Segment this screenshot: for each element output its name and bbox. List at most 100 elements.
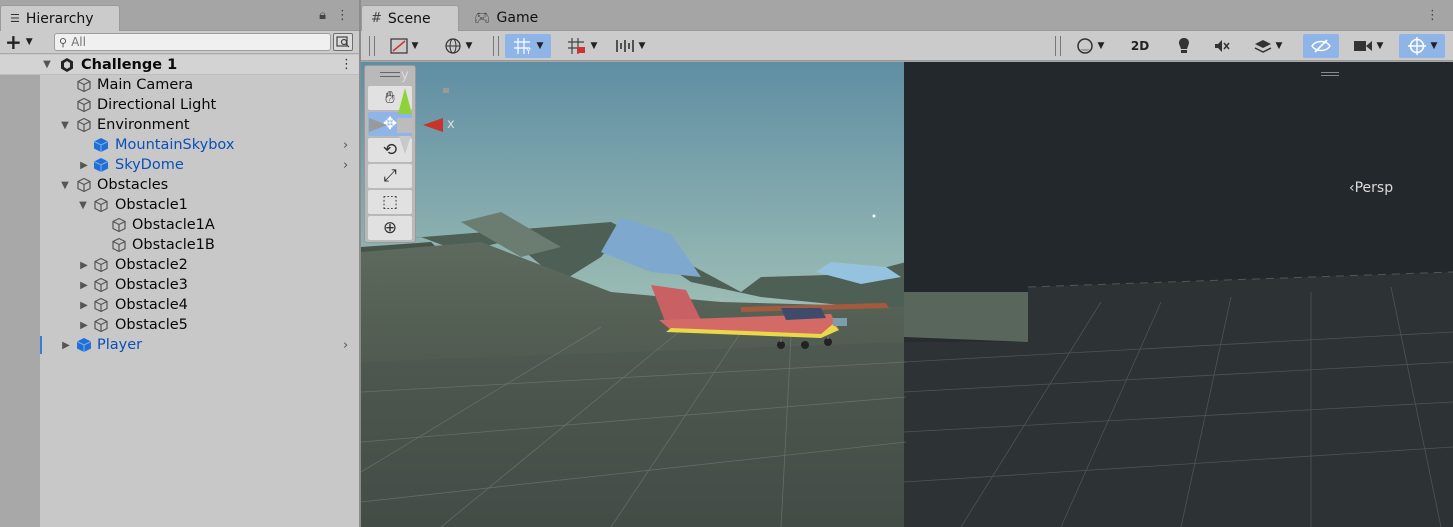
scene-row[interactable]: ▼ Challenge 1 ⋮ bbox=[0, 55, 359, 75]
lock-icon[interactable]: 🔒︎ bbox=[319, 8, 326, 23]
hierarchy-tab-label: Hierarchy bbox=[25, 10, 94, 27]
hierarchy-item-obstacle1a[interactable]: Obstacle1A bbox=[0, 215, 359, 235]
audio-muted-icon bbox=[1215, 40, 1230, 52]
fold-open-icon[interactable]: ▼ bbox=[77, 200, 89, 211]
hierarchy-item-obstacle3[interactable]: ▶ Obstacle3 bbox=[0, 275, 359, 295]
toolbar-grip[interactable] bbox=[369, 36, 375, 56]
camera-icon bbox=[1353, 41, 1372, 51]
search-icon: ⚲ bbox=[59, 35, 68, 49]
unity-editor: ☰ Hierarchy 🔒︎ ⋮ + ▼ ⚲ All ▼ Challenge 1… bbox=[0, 0, 1453, 527]
fold-closed-icon[interactable]: ▶ bbox=[78, 320, 90, 331]
toolbar-grip[interactable] bbox=[1055, 36, 1061, 56]
svg-text:Y: Y bbox=[525, 47, 531, 55]
hierarchy-item-player[interactable]: ▶ Player › bbox=[0, 335, 359, 355]
hierarchy-item-obstacles[interactable]: ▼ Obstacles bbox=[0, 175, 359, 195]
hierarchy-search: ⚲ bbox=[54, 33, 331, 51]
audio-toggle-button[interactable] bbox=[1207, 34, 1237, 58]
transform-tool-button[interactable]: ⊕ bbox=[368, 216, 412, 240]
scene-name: Challenge 1 bbox=[81, 56, 178, 73]
fold-open-icon[interactable]: ▼ bbox=[41, 59, 53, 70]
gizmo-neg-y-axis bbox=[399, 136, 411, 154]
lighting-toggle-button[interactable] bbox=[1169, 34, 1199, 58]
scene-tab-label: Scene bbox=[387, 10, 431, 27]
scene-menu-icon[interactable]: ⋮ bbox=[340, 57, 353, 72]
gamepad-icon: 🎮︎ bbox=[474, 10, 491, 26]
plus-icon: + bbox=[5, 30, 22, 54]
tab-scene[interactable]: # Scene bbox=[361, 5, 459, 31]
gizmo-y-label: y bbox=[401, 68, 409, 83]
gizmo-neg-x-axis bbox=[369, 118, 387, 132]
chevron-right-icon[interactable]: › bbox=[343, 338, 348, 353]
hierarchy-item-obstacle1b[interactable]: Obstacle1B bbox=[0, 235, 359, 255]
snap-magnet-icon bbox=[567, 38, 585, 54]
projection-toggle[interactable]: ‹Persp bbox=[1349, 180, 1393, 196]
hierarchy-item-obstacle1[interactable]: ▼ Obstacle1 bbox=[0, 195, 359, 215]
hierarchy-item-obstacle2[interactable]: ▶ Obstacle2 bbox=[0, 255, 359, 275]
transform-all-icon: ⊕ bbox=[382, 218, 398, 238]
toolbar-grip[interactable] bbox=[493, 36, 499, 56]
align-dropdown[interactable]: ▼ bbox=[607, 34, 653, 58]
fold-closed-icon[interactable]: ▶ bbox=[78, 300, 90, 311]
fold-closed-icon[interactable]: ▶ bbox=[60, 340, 72, 351]
hierarchy-item-skydome[interactable]: ▶ SkyDome › bbox=[0, 155, 359, 175]
gizmo-x-label: x bbox=[447, 117, 455, 132]
item-label: Obstacle5 bbox=[115, 317, 188, 333]
gameobject-icon bbox=[77, 77, 91, 93]
prefab-icon bbox=[93, 138, 109, 152]
item-label: Obstacles bbox=[97, 177, 169, 193]
hierarchy-item-environment[interactable]: ▼ Environment bbox=[0, 115, 359, 135]
rect-tool-button[interactable]: ⬚ bbox=[368, 190, 412, 214]
gizmos-dropdown[interactable]: ▼ bbox=[1399, 34, 1445, 58]
gameobject-icon bbox=[77, 177, 91, 193]
fold-open-icon[interactable]: ▼ bbox=[59, 180, 71, 191]
grid-snapping-dropdown[interactable]: Y ▼ bbox=[505, 34, 551, 58]
fold-closed-icon[interactable]: ▶ bbox=[78, 160, 90, 171]
gameobject-icon bbox=[112, 237, 126, 253]
selection-marker bbox=[40, 336, 42, 354]
effects-dropdown[interactable]: ▼ bbox=[1245, 34, 1291, 58]
camera-settings-dropdown[interactable]: ▼ bbox=[1345, 34, 1391, 58]
toggle-2d-button[interactable]: 2D bbox=[1121, 34, 1159, 58]
kebab-menu-icon[interactable]: ⋮ bbox=[1426, 8, 1439, 23]
chevron-right-icon[interactable]: › bbox=[343, 138, 348, 153]
hierarchy-item-obstacle4[interactable]: ▶ Obstacle4 bbox=[0, 295, 359, 315]
scene-viewport[interactable]: ✋︎ ✥ ⟲ ⤢ ⬚ ⊕ y x ‹Persp bbox=[361, 62, 1453, 527]
hierarchy-panel: ☰ Hierarchy 🔒︎ ⋮ + ▼ ⚲ All ▼ Challenge 1… bbox=[0, 0, 359, 527]
item-label: Main Camera bbox=[97, 77, 194, 93]
gameobject-icon bbox=[112, 217, 126, 233]
fold-closed-icon[interactable]: ▶ bbox=[78, 280, 90, 291]
tab-hierarchy[interactable]: ☰ Hierarchy bbox=[0, 5, 120, 31]
create-dropdown-button[interactable]: + ▼ bbox=[5, 32, 41, 52]
global-local-dropdown[interactable]: ▼ bbox=[435, 34, 481, 58]
search-by-type-button[interactable] bbox=[333, 33, 353, 51]
fold-closed-icon[interactable]: ▶ bbox=[78, 260, 90, 271]
gizmo-drag-handle[interactable] bbox=[1321, 72, 1339, 76]
increment-snap-dropdown[interactable]: ▼ bbox=[559, 34, 605, 58]
gizmos-crosshair-icon bbox=[1407, 37, 1426, 55]
item-label: Environment bbox=[97, 117, 190, 133]
draw-mode-dropdown[interactable]: ▼ bbox=[381, 34, 427, 58]
sphere-shading-icon bbox=[1076, 38, 1093, 54]
hierarchy-tabbar: ☰ Hierarchy 🔒︎ ⋮ bbox=[0, 0, 359, 31]
tab-game[interactable]: 🎮︎ Game bbox=[465, 5, 555, 31]
item-label: Obstacle1 bbox=[115, 197, 188, 213]
list-icon: ☰ bbox=[10, 12, 20, 25]
search-input[interactable] bbox=[71, 35, 312, 49]
align-bars-icon bbox=[615, 40, 634, 52]
chevron-right-icon[interactable]: › bbox=[343, 158, 348, 173]
orientation-gizmo[interactable]: y x bbox=[361, 62, 471, 192]
prefab-icon bbox=[76, 338, 92, 352]
rect-transform-icon: ⬚ bbox=[381, 192, 399, 212]
scene-visibility-toggle[interactable] bbox=[1303, 34, 1339, 58]
hierarchy-item-mountainskybox[interactable]: MountainSkybox › bbox=[0, 135, 359, 155]
hierarchy-tab-actions: 🔒︎ ⋮ bbox=[319, 8, 349, 23]
hierarchy-item-main-camera[interactable]: Main Camera bbox=[0, 75, 359, 95]
fold-open-icon[interactable]: ▼ bbox=[59, 120, 71, 131]
hierarchy-item-directional-light[interactable]: Directional Light bbox=[0, 95, 359, 115]
gizmo-y-axis bbox=[398, 88, 412, 114]
item-label: Directional Light bbox=[97, 97, 217, 113]
kebab-menu-icon[interactable]: ⋮ bbox=[336, 8, 349, 23]
item-label: Obstacle3 bbox=[115, 277, 188, 293]
shading-mode-dropdown[interactable]: ▼ bbox=[1067, 34, 1113, 58]
hierarchy-item-obstacle5[interactable]: ▶ Obstacle5 bbox=[0, 315, 359, 335]
